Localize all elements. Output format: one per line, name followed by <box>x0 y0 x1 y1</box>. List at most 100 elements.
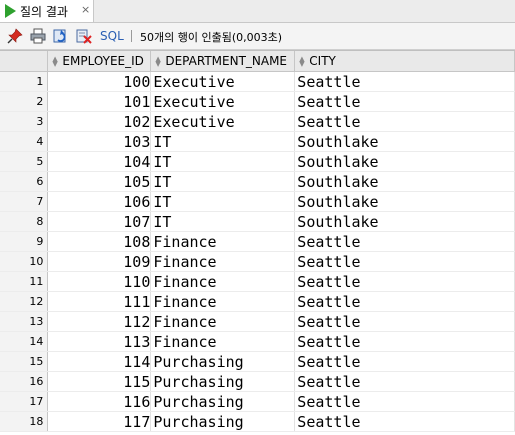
row-number[interactable]: 9 <box>0 231 49 252</box>
row-number[interactable]: 5 <box>0 151 49 172</box>
row-number[interactable]: 8 <box>0 211 49 232</box>
table-row[interactable]: 16 115 Purchasing Seattle <box>0 371 515 392</box>
cell-department-name[interactable]: Finance <box>150 271 296 292</box>
row-number[interactable]: 17 <box>0 391 49 412</box>
table-row[interactable]: 13 112 Finance Seattle <box>0 311 515 332</box>
row-number[interactable]: 13 <box>0 311 49 332</box>
table-row[interactable]: 18 117 Purchasing Seattle <box>0 411 515 432</box>
table-row[interactable]: 14 113 Finance Seattle <box>0 331 515 352</box>
table-row[interactable]: 7 106 IT Southlake <box>0 191 515 212</box>
table-row[interactable]: 1 100 Executive Seattle <box>0 71 515 92</box>
table-row[interactable]: 10 109 Finance Seattle <box>0 251 515 272</box>
table-row[interactable]: 3 102 Executive Seattle <box>0 111 515 132</box>
cell-city[interactable]: Seattle <box>294 271 515 292</box>
cell-city[interactable]: Southlake <box>294 191 515 212</box>
row-number[interactable]: 2 <box>0 91 49 112</box>
cell-city[interactable]: Southlake <box>294 171 515 192</box>
cell-employee-id[interactable]: 117 <box>47 411 152 432</box>
cell-employee-id[interactable]: 109 <box>47 251 152 272</box>
cell-department-name[interactable]: Purchasing <box>150 411 296 432</box>
table-row[interactable]: 17 116 Purchasing Seattle <box>0 391 515 412</box>
cell-employee-id[interactable]: 101 <box>47 91 152 112</box>
cell-city[interactable]: Seattle <box>294 111 515 132</box>
cell-employee-id[interactable]: 102 <box>47 111 152 132</box>
cell-employee-id[interactable]: 107 <box>47 211 152 232</box>
cell-employee-id[interactable]: 115 <box>47 371 152 392</box>
cell-city[interactable]: Seattle <box>294 391 515 412</box>
cell-department-name[interactable]: IT <box>150 171 296 192</box>
result-grid[interactable]: ▲ ▼ EMPLOYEE_ID ▲ ▼ DEPARTMENT_NAME ▲ ▼ CITY 1… <box>0 50 515 435</box>
row-number[interactable]: 4 <box>0 131 49 152</box>
cell-department-name[interactable]: Purchasing <box>150 391 296 412</box>
cell-department-name[interactable]: Finance <box>150 311 296 332</box>
cell-city[interactable]: Seattle <box>294 371 515 392</box>
cell-city[interactable]: Seattle <box>294 71 515 92</box>
cell-city[interactable]: Seattle <box>294 351 515 372</box>
clear-icon[interactable] <box>76 28 92 44</box>
cell-department-name[interactable]: Executive <box>150 71 296 92</box>
cell-employee-id[interactable]: 100 <box>47 71 152 92</box>
refresh-icon[interactable] <box>53 28 69 44</box>
table-row[interactable]: 4 103 IT Southlake <box>0 131 515 152</box>
cell-department-name[interactable]: Finance <box>150 251 296 272</box>
cell-department-name[interactable]: Finance <box>150 231 296 252</box>
cell-department-name[interactable]: Purchasing <box>150 371 296 392</box>
cell-employee-id[interactable]: 116 <box>47 391 152 412</box>
pin-icon[interactable] <box>7 28 23 44</box>
column-header-department-name[interactable]: ▲ ▼ DEPARTMENT_NAME <box>150 51 296 72</box>
row-number[interactable]: 3 <box>0 111 49 132</box>
cell-department-name[interactable]: IT <box>150 151 296 172</box>
sql-button[interactable]: SQL <box>100 29 124 43</box>
row-number[interactable]: 1 <box>0 71 49 92</box>
cell-department-name[interactable]: Executive <box>150 91 296 112</box>
table-row[interactable]: 11 110 Finance Seattle <box>0 271 515 292</box>
cell-city[interactable]: Seattle <box>294 311 515 332</box>
cell-employee-id[interactable]: 103 <box>47 131 152 152</box>
cell-employee-id[interactable]: 104 <box>47 151 152 172</box>
cell-employee-id[interactable]: 111 <box>47 291 152 312</box>
cell-employee-id[interactable]: 113 <box>47 331 152 352</box>
cell-city[interactable]: Seattle <box>294 331 515 352</box>
table-row[interactable]: 6 105 IT Southlake <box>0 171 515 192</box>
table-row[interactable]: 8 107 IT Southlake <box>0 211 515 232</box>
cell-department-name[interactable]: Finance <box>150 291 296 312</box>
cell-employee-id[interactable]: 105 <box>47 171 152 192</box>
cell-city[interactable]: Seattle <box>294 91 515 112</box>
row-number[interactable]: 18 <box>0 411 49 432</box>
cell-city[interactable]: Seattle <box>294 251 515 272</box>
cell-department-name[interactable]: IT <box>150 211 296 232</box>
cell-employee-id[interactable]: 114 <box>47 351 152 372</box>
row-number[interactable]: 16 <box>0 371 49 392</box>
cell-city[interactable]: Seattle <box>294 291 515 312</box>
cell-department-name[interactable]: IT <box>150 131 296 152</box>
cell-city[interactable]: Seattle <box>294 231 515 252</box>
cell-city[interactable]: Seattle <box>294 411 515 432</box>
cell-employee-id[interactable]: 112 <box>47 311 152 332</box>
row-number[interactable]: 12 <box>0 291 49 312</box>
cell-city[interactable]: Southlake <box>294 131 515 152</box>
row-number[interactable]: 10 <box>0 251 49 272</box>
cell-department-name[interactable]: Executive <box>150 111 296 132</box>
row-number[interactable]: 11 <box>0 271 49 292</box>
table-row[interactable]: 2 101 Executive Seattle <box>0 91 515 112</box>
print-icon[interactable] <box>30 28 46 44</box>
cell-city[interactable]: Southlake <box>294 211 515 232</box>
cell-city[interactable]: Southlake <box>294 151 515 172</box>
table-row[interactable]: 9 108 Finance Seattle <box>0 231 515 252</box>
cell-department-name[interactable]: IT <box>150 191 296 212</box>
cell-department-name[interactable]: Finance <box>150 331 296 352</box>
table-row[interactable]: 15 114 Purchasing Seattle <box>0 351 515 372</box>
column-header-city[interactable]: ▲ ▼ CITY <box>294 51 515 72</box>
close-icon[interactable]: × <box>81 3 90 16</box>
tab-query-result[interactable]: 질의 결과 × <box>0 0 94 22</box>
table-row[interactable]: 12 111 Finance Seattle <box>0 291 515 312</box>
cell-employee-id[interactable]: 110 <box>47 271 152 292</box>
row-number[interactable]: 7 <box>0 191 49 212</box>
row-number[interactable]: 15 <box>0 351 49 372</box>
row-number[interactable]: 6 <box>0 171 49 192</box>
cell-employee-id[interactable]: 106 <box>47 191 152 212</box>
cell-department-name[interactable]: Purchasing <box>150 351 296 372</box>
column-header-employee-id[interactable]: ▲ ▼ EMPLOYEE_ID <box>47 51 152 72</box>
row-number[interactable]: 14 <box>0 331 49 352</box>
table-row[interactable]: 5 104 IT Southlake <box>0 151 515 172</box>
